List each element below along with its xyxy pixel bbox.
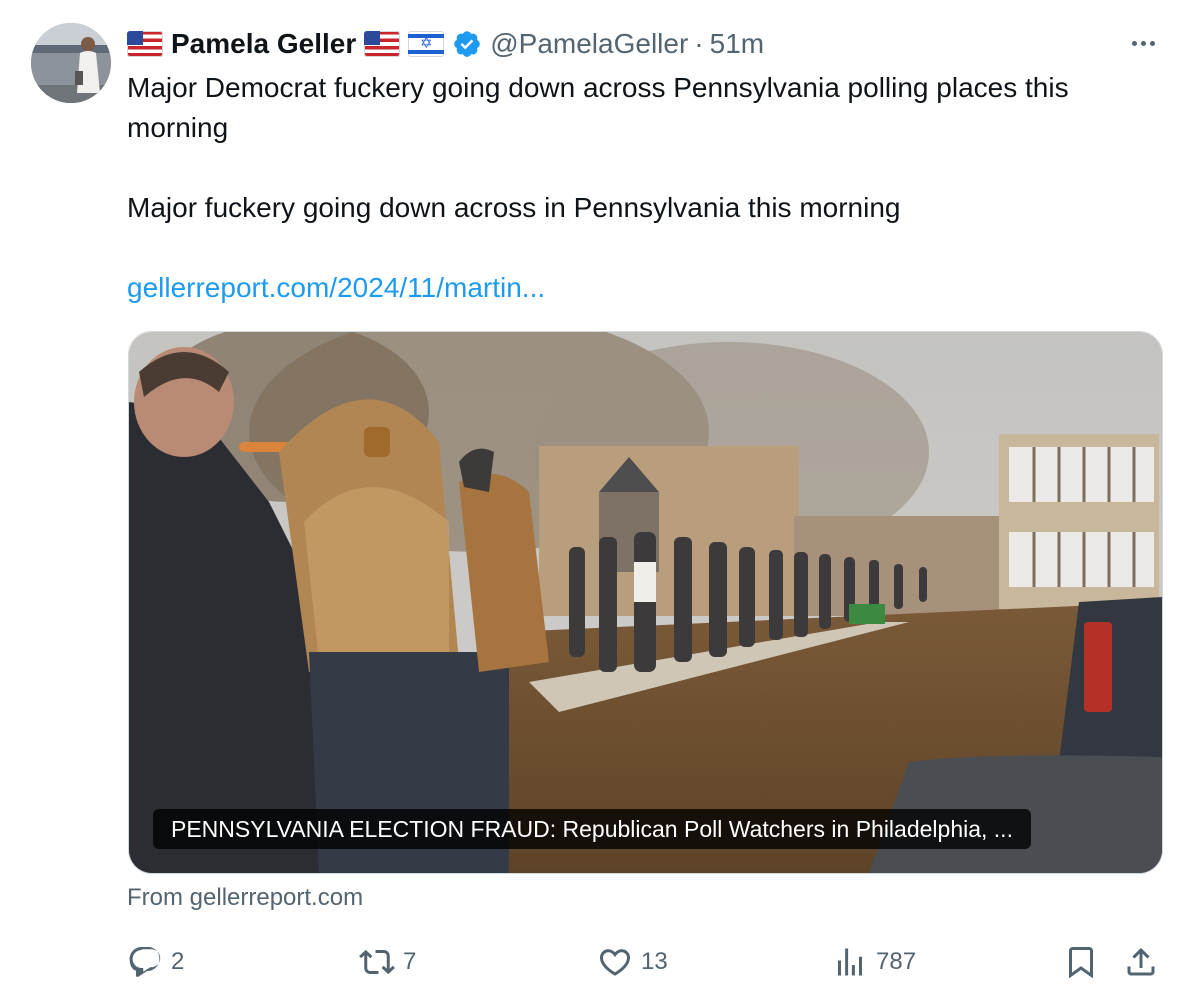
- more-options-icon[interactable]: [1123, 30, 1163, 56]
- share-button[interactable]: [1123, 940, 1159, 984]
- link-preview-card[interactable]: PENNSYLVANIA ELECTION FRAUD: Republican …: [128, 331, 1163, 874]
- views-chart-icon: [838, 948, 862, 976]
- author-avatar[interactable]: [31, 23, 111, 103]
- tweet-timestamp[interactable]: 51m: [710, 28, 764, 60]
- tweet-action-bar: 2 7 13 787: [127, 940, 1167, 984]
- avatar-photo: [31, 23, 111, 103]
- share-icon: [1127, 947, 1155, 976]
- reply-icon: [129, 947, 161, 977]
- tweet-paragraph: Major fuckery going down across in Penns…: [127, 192, 901, 223]
- repost-count: 7: [403, 948, 417, 975]
- repost-button[interactable]: 7: [359, 940, 416, 984]
- tweet-header: Pamela Geller ✡ @PamelaGeller · 51m: [127, 24, 764, 64]
- tweet-text: Major Democrat fuckery going down across…: [127, 68, 1147, 308]
- card-image: [129, 332, 1162, 873]
- heart-icon: [599, 949, 631, 976]
- author-display-name[interactable]: Pamela Geller: [171, 28, 356, 60]
- repost-icon: [359, 949, 395, 975]
- reply-button[interactable]: 2: [127, 940, 184, 984]
- like-count: 13: [641, 948, 668, 975]
- reply-count: 2: [171, 948, 185, 975]
- bookmark-icon: [1069, 947, 1093, 979]
- verified-badge-icon[interactable]: [452, 29, 482, 59]
- views-button[interactable]: 787: [832, 940, 916, 984]
- header-separator: ·: [694, 28, 704, 59]
- card-caption: PENNSYLVANIA ELECTION FRAUD: Republican …: [153, 809, 1031, 849]
- like-button[interactable]: 13: [597, 940, 668, 984]
- us-flag-icon: [364, 31, 401, 57]
- author-handle[interactable]: @PamelaGeller: [490, 28, 688, 60]
- view-count: 787: [876, 948, 917, 975]
- tweet-link[interactable]: gellerreport.com/2024/11/martin...: [127, 272, 545, 303]
- israel-flag-icon: ✡: [408, 31, 445, 57]
- bookmark-button[interactable]: [1063, 940, 1099, 984]
- tweet-paragraph: Major Democrat fuckery going down across…: [127, 72, 1069, 143]
- us-flag-icon: [127, 31, 163, 57]
- card-source[interactable]: From gellerreport.com: [127, 884, 363, 912]
